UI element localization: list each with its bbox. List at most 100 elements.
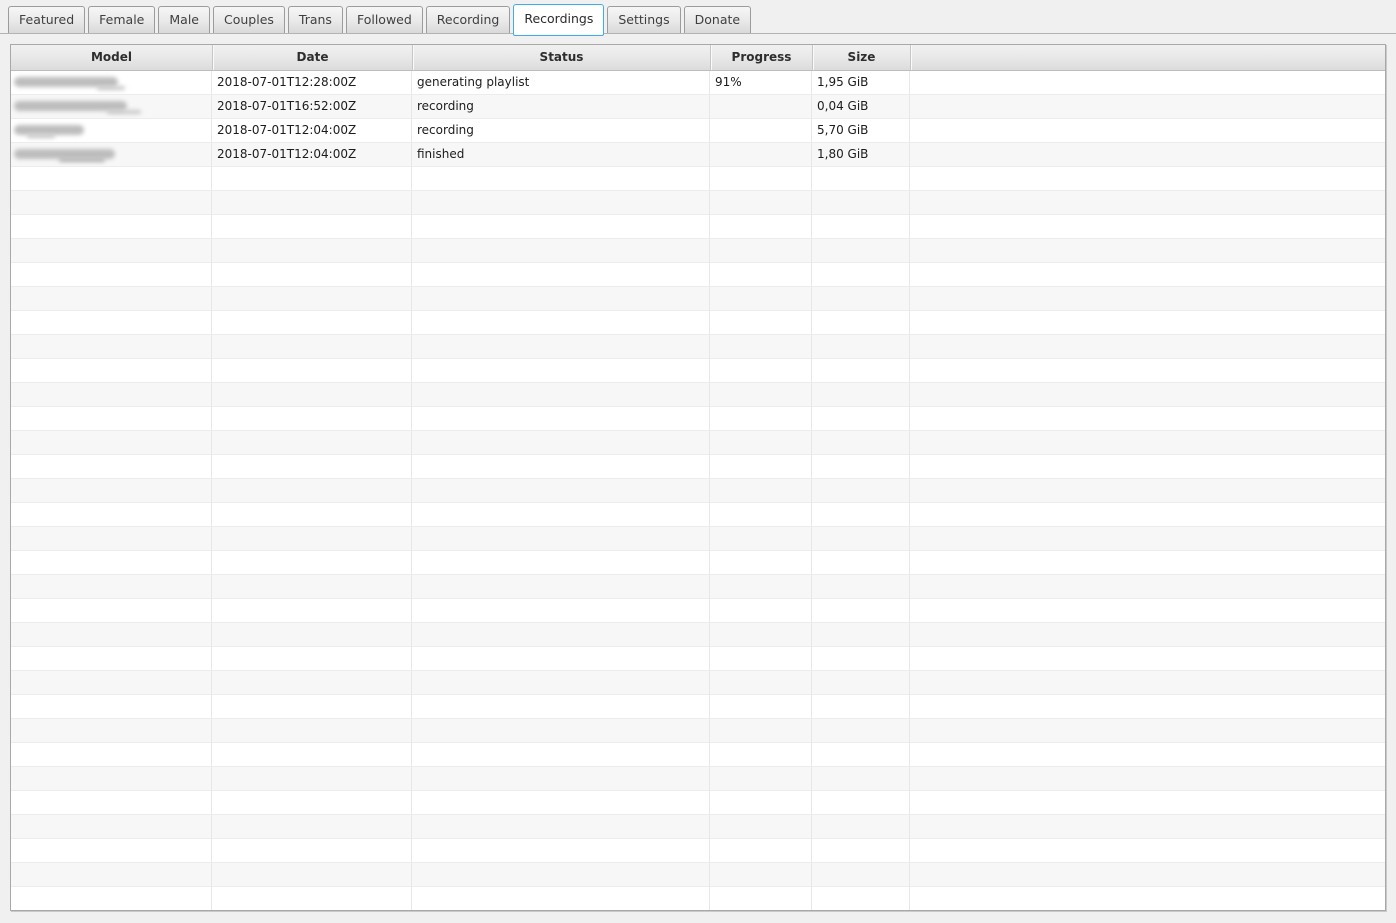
cell-size [812,503,910,526]
table-row-empty [11,623,1385,647]
cell-progress [710,647,812,670]
table-row-empty [11,671,1385,695]
cell-extra [910,551,1385,574]
redacted-model-name-tail [97,86,125,90]
cell-extra [910,335,1385,358]
cell-progress [710,503,812,526]
table-row-empty [11,359,1385,383]
cell-extra[interactable] [910,71,1385,94]
cell-extra [910,647,1385,670]
table-row[interactable]: 2018-07-01T12:28:00Zgenerating playlist9… [11,71,1385,95]
cell-model[interactable] [11,71,212,94]
cell-progress [710,623,812,646]
cell-size[interactable]: 1,95 GiB [812,71,910,94]
column-header-date[interactable]: Date [212,45,412,70]
column-header-progress[interactable]: Progress [710,45,812,70]
cell-extra[interactable] [910,95,1385,118]
cell-extra [910,791,1385,814]
cell-date [212,551,412,574]
cell-model [11,479,212,502]
cell-progress [710,191,812,214]
tab-couples[interactable]: Couples [213,6,285,33]
cell-date [212,239,412,262]
cell-progress[interactable] [710,95,812,118]
cell-size[interactable]: 5,70 GiB [812,119,910,142]
tab-recording[interactable]: Recording [426,6,511,33]
cell-date [212,191,412,214]
tab-trans[interactable]: Trans [288,6,343,33]
cell-progress [710,527,812,550]
cell-size [812,623,910,646]
cell-date [212,671,412,694]
cell-status[interactable]: finished [412,143,710,166]
cell-status [412,359,710,382]
table-row[interactable]: 2018-07-01T12:04:00Zrecording 5,70 GiB [11,119,1385,143]
cell-status [412,671,710,694]
cell-progress [710,839,812,862]
cell-date [212,695,412,718]
cell-date [212,215,412,238]
cell-status [412,767,710,790]
cell-progress[interactable] [710,143,812,166]
cell-progress [710,167,812,190]
cell-model [11,503,212,526]
cell-model [11,527,212,550]
cell-size [812,167,910,190]
cell-model[interactable] [11,119,212,142]
cell-progress [710,479,812,502]
tab-male[interactable]: Male [158,6,210,33]
column-header-model[interactable]: Model [11,45,212,70]
cell-size [812,407,910,430]
tab-donate[interactable]: Donate [684,6,751,33]
cell-status[interactable]: generating playlist [412,71,710,94]
cell-status [412,167,710,190]
cell-progress[interactable] [710,119,812,142]
cell-status [412,503,710,526]
tab-recordings[interactable]: Recordings [513,4,604,36]
cell-model [11,215,212,238]
cell-date [212,719,412,742]
cell-extra [910,623,1385,646]
cell-status [412,863,710,886]
cell-model[interactable] [11,143,212,166]
cell-model [11,839,212,862]
cell-status[interactable]: recording [412,95,710,118]
cell-date[interactable]: 2018-07-01T12:28:00Z [212,71,412,94]
cell-date[interactable]: 2018-07-01T12:04:00Z [212,119,412,142]
tab-female[interactable]: Female [88,6,155,33]
table-row[interactable]: 2018-07-01T16:52:00Zrecording 0,04 GiB [11,95,1385,119]
cell-status [412,335,710,358]
tab-followed[interactable]: Followed [346,6,423,33]
table-row[interactable]: 2018-07-01T12:04:00Zfinished 1,80 GiB [11,143,1385,167]
tab-settings[interactable]: Settings [607,6,680,33]
cell-size [812,479,910,502]
cell-date[interactable]: 2018-07-01T12:04:00Z [212,143,412,166]
cell-extra [910,671,1385,694]
cell-date[interactable]: 2018-07-01T16:52:00Z [212,95,412,118]
cell-status[interactable]: recording [412,119,710,142]
column-header-extra[interactable] [910,45,1385,70]
cell-progress[interactable]: 91% [710,71,812,94]
cell-extra [910,887,1385,910]
cell-status [412,695,710,718]
table-row-empty [11,815,1385,839]
cell-size[interactable]: 0,04 GiB [812,95,910,118]
cell-progress [710,695,812,718]
cell-extra [910,191,1385,214]
cell-model [11,695,212,718]
cell-status [412,623,710,646]
cell-date [212,767,412,790]
cell-size[interactable]: 1,80 GiB [812,143,910,166]
cell-size [812,527,910,550]
column-header-size[interactable]: Size [812,45,910,70]
cell-model [11,719,212,742]
cell-extra[interactable] [910,143,1385,166]
cell-status [412,263,710,286]
column-header-status[interactable]: Status [412,45,710,70]
cell-extra [910,311,1385,334]
tab-featured[interactable]: Featured [8,6,85,33]
cell-date [212,599,412,622]
table-row-empty [11,767,1385,791]
cell-extra[interactable] [910,119,1385,142]
cell-model[interactable] [11,95,212,118]
